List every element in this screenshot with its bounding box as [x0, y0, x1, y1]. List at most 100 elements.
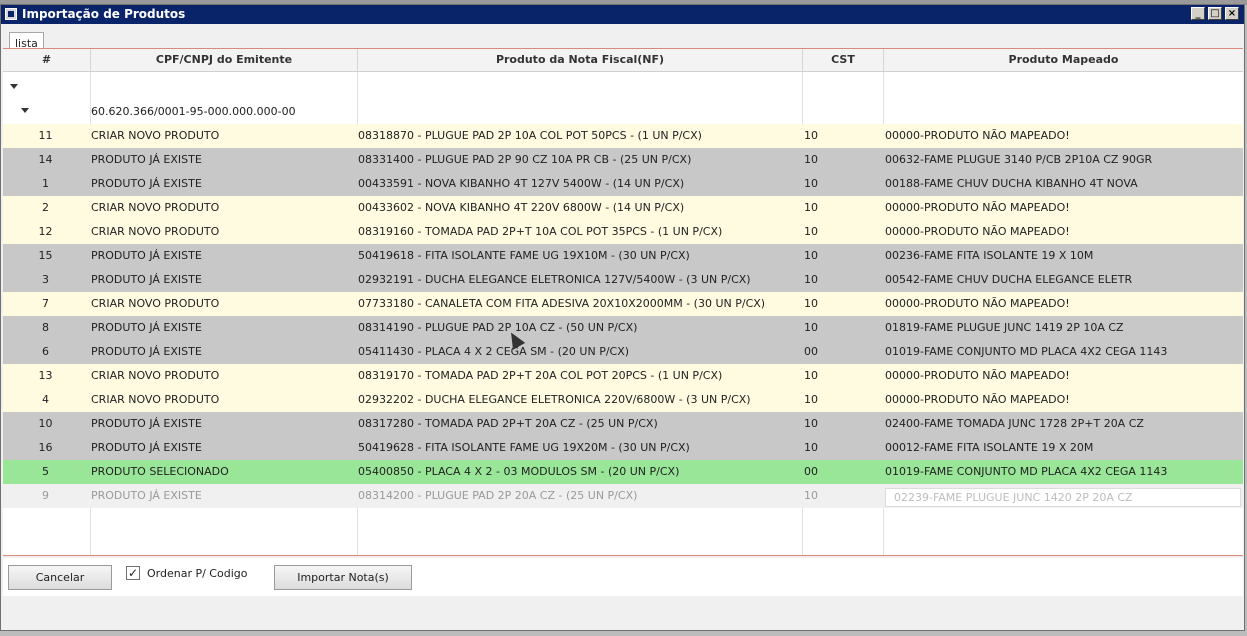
row-mapped-product: 00000-PRODUTO NÃO MAPEADO!: [885, 297, 1070, 310]
row-id: 6: [42, 345, 49, 358]
row-id: 16: [38, 441, 53, 454]
header-cst[interactable]: CST: [803, 49, 884, 71]
row-status: PRODUTO SELECIONADO: [91, 465, 229, 478]
row-product: 08314200 - PLUGUE PAD 2P 20A CZ - (25 UN…: [358, 489, 638, 502]
row-id: 3: [42, 273, 49, 286]
row-mapped-product: 00632-FAME PLUGUE 3140 P/CB 2P10A CZ 90G…: [885, 153, 1153, 166]
row-product: 00433591 - NOVA KIBANHO 4T 127V 5400W - …: [358, 177, 685, 190]
row-cst: 10: [804, 273, 818, 286]
table-row[interactable]: 5 PRODUTO SELECIONADO 05400850 - PLACA 4 X…: [3, 460, 1243, 484]
header-product-nf[interactable]: Produto da Nota Fiscal(NF): [358, 49, 803, 71]
table-row[interactable]: 11 CRIAR NOVO PRODUTO 08318870 - PLUGUE PA…: [3, 124, 1243, 148]
row-status: PRODUTO JÁ EXISTE: [91, 441, 202, 454]
row-cst: 00: [804, 345, 818, 358]
import-button[interactable]: Importar Nota(s): [274, 565, 412, 590]
table-header: # CPF/CNPJ do Emitente Produto da Nota F…: [3, 49, 1243, 72]
row-id: 2: [42, 201, 49, 214]
row-cst: 00: [804, 465, 818, 478]
table-row[interactable]: 1 PRODUTO JÁ EXISTE 00433591 - NOVA KIBANH…: [3, 172, 1243, 196]
row-product: 02932191 - DUCHA ELEGANCE ELETRONICA 127…: [358, 273, 751, 286]
row-mapped-product: 01819-FAME PLUGUE JUNC 1419 2P 10A CZ: [885, 321, 1124, 334]
header-mapped-product[interactable]: Produto Mapeado: [884, 49, 1243, 71]
row-cst: 10: [804, 225, 818, 238]
row-status: CRIAR NOVO PRODUTO: [91, 129, 220, 142]
row-id: 12: [38, 225, 53, 238]
group-header-cnpj[interactable]: 60.620.366/0001-95-000.000.000-00: [91, 100, 296, 124]
table-row[interactable]: 3 PRODUTO JÁ EXISTE 02932191 - DUCHA ELEGA…: [3, 268, 1243, 292]
row-cst: 10: [804, 249, 818, 262]
row-id: 11: [38, 129, 53, 142]
row-product: 05411430 - PLACA 4 X 2 CEGA SM - (20 UN …: [358, 345, 630, 358]
row-mapped-product: 02400-FAME TOMADA JUNC 1728 2P+T 20A CZ: [885, 417, 1144, 430]
sort-checkbox[interactable]: ✓: [126, 566, 140, 580]
row-cst: 10: [804, 369, 818, 382]
row-id: 9: [42, 489, 49, 502]
table-row[interactable]: 2 CRIAR NOVO PRODUTO 00433602 - NOVA KIBAN…: [3, 196, 1243, 220]
expand-arrow-icon[interactable]: [21, 108, 29, 113]
table-row-editing[interactable]: 9 PRODUTO JÁ EXISTE 08314200 - PLUGUE PA…: [3, 484, 1243, 508]
products-table: # CPF/CNPJ do Emitente Produto da Nota F…: [3, 48, 1243, 556]
row-status: PRODUTO JÁ EXISTE: [91, 345, 202, 358]
row-mapped-product: 00542-FAME CHUV DUCHA ELEGANCE ELETR: [885, 273, 1133, 286]
table-row[interactable]: 12 CRIAR NOVO PRODUTO 08319160 - TOMADA PA…: [3, 220, 1243, 244]
row-id: 10: [38, 417, 53, 430]
row-status: PRODUTO JÁ EXISTE: [91, 489, 202, 502]
row-id: 7: [42, 297, 49, 310]
title-bar[interactable]: Importação de Produtos _ □ ×: [1, 5, 1244, 24]
row-product: 08331400 - PLUGUE PAD 2P 90 CZ 10A PR CB…: [358, 153, 692, 166]
close-icon[interactable]: ×: [1225, 7, 1239, 20]
minimize-icon[interactable]: _: [1191, 7, 1205, 20]
row-id: 14: [38, 153, 53, 166]
row-status: PRODUTO JÁ EXISTE: [91, 417, 202, 430]
check-icon: ✓: [127, 566, 139, 580]
expand-arrow-icon[interactable]: [10, 84, 18, 89]
row-cst: 10: [804, 177, 818, 190]
row-cst: 10: [804, 489, 818, 502]
table-row[interactable]: 13 CRIAR NOVO PRODUTO 08319170 - TOMADA PA…: [3, 364, 1243, 388]
row-cst: 10: [804, 417, 818, 430]
row-product: 08318870 - PLUGUE PAD 2P 10A COL POT 50P…: [358, 129, 702, 142]
mapped-product-input[interactable]: 02239-FAME PLUGUE JUNC 1420 2P 20A CZ: [885, 488, 1241, 507]
table-row[interactable]: 8 PRODUTO JÁ EXISTE 08314190 - PLUGUE PAD …: [3, 316, 1243, 340]
cancel-button[interactable]: Cancelar: [8, 565, 112, 590]
sort-checkbox-label: Ordenar P/ Codigo: [147, 567, 248, 580]
table-row[interactable]: 14 PRODUTO JÁ EXISTE 08331400 - PLUGUE PAD…: [3, 148, 1243, 172]
row-product: 08314190 - PLUGUE PAD 2P 10A CZ - (50 UN…: [358, 321, 638, 334]
row-id: 13: [38, 369, 53, 382]
row-cst: 10: [804, 393, 818, 406]
row-status: CRIAR NOVO PRODUTO: [91, 225, 220, 238]
row-product: 08319170 - TOMADA PAD 2P+T 20A COL POT 2…: [358, 369, 723, 382]
table-row[interactable]: 16 PRODUTO JÁ EXISTE 50419628 - FITA ISOLA…: [3, 436, 1243, 460]
row-cst: 10: [804, 129, 818, 142]
table-row[interactable]: 4 CRIAR NOVO PRODUTO 02932202 - DUCHA ELEG…: [3, 388, 1243, 412]
row-product: 08319160 - TOMADA PAD 2P+T 10A COL POT 3…: [358, 225, 723, 238]
row-status: PRODUTO JÁ EXISTE: [91, 273, 202, 286]
row-product: 05400850 - PLACA 4 X 2 - 03 MODULOS SM -…: [358, 465, 680, 478]
row-product: 08317280 - TOMADA PAD 2P+T 20A CZ - (25 …: [358, 417, 658, 430]
header-cpf-cnpj[interactable]: CPF/CNPJ do Emitente: [91, 49, 358, 71]
window-title: Importação de Produtos: [22, 7, 186, 21]
row-mapped-product: 00000-PRODUTO NÃO MAPEADO!: [885, 393, 1070, 406]
row-cst: 10: [804, 321, 818, 334]
table-row[interactable]: 10 PRODUTO JÁ EXISTE 08317280 - TOMADA PAD…: [3, 412, 1243, 436]
row-mapped-product: 00000-PRODUTO NÃO MAPEADO!: [885, 201, 1070, 214]
row-status: CRIAR NOVO PRODUTO: [91, 369, 220, 382]
row-mapped-product: 00000-PRODUTO NÃO MAPEADO!: [885, 369, 1070, 382]
app-icon[interactable]: [5, 8, 17, 20]
row-product: 00433602 - NOVA KIBANHO 4T 220V 6800W - …: [358, 201, 685, 214]
row-mapped-product: 00000-PRODUTO NÃO MAPEADO!: [885, 225, 1070, 238]
row-mapped-product: 01019-FAME CONJUNTO MD PLACA 4X2 CEGA 11…: [885, 345, 1168, 358]
row-product: 50419628 - FITA ISOLANTE FAME UG 19X20M …: [358, 441, 690, 454]
row-id: 15: [38, 249, 53, 262]
row-product: 02932202 - DUCHA ELEGANCE ELETRONICA 220…: [358, 393, 751, 406]
row-status: PRODUTO JÁ EXISTE: [91, 249, 202, 262]
table-row[interactable]: 15 PRODUTO JÁ EXISTE 50419618 - FITA ISOLA…: [3, 244, 1243, 268]
table-row[interactable]: 7 CRIAR NOVO PRODUTO 07733180 - CANALETA C…: [3, 292, 1243, 316]
row-mapped-product: 00236-FAME FITA ISOLANTE 19 X 10M: [885, 249, 1094, 262]
row-mapped-product: 00000-PRODUTO NÃO MAPEADO!: [885, 129, 1070, 142]
header-number[interactable]: #: [3, 49, 91, 71]
row-status: CRIAR NOVO PRODUTO: [91, 393, 220, 406]
table-row[interactable]: 6 PRODUTO JÁ EXISTE 05411430 - PLACA 4 X 2…: [3, 340, 1243, 364]
maximize-icon[interactable]: □: [1208, 7, 1222, 20]
row-status: PRODUTO JÁ EXISTE: [91, 177, 202, 190]
